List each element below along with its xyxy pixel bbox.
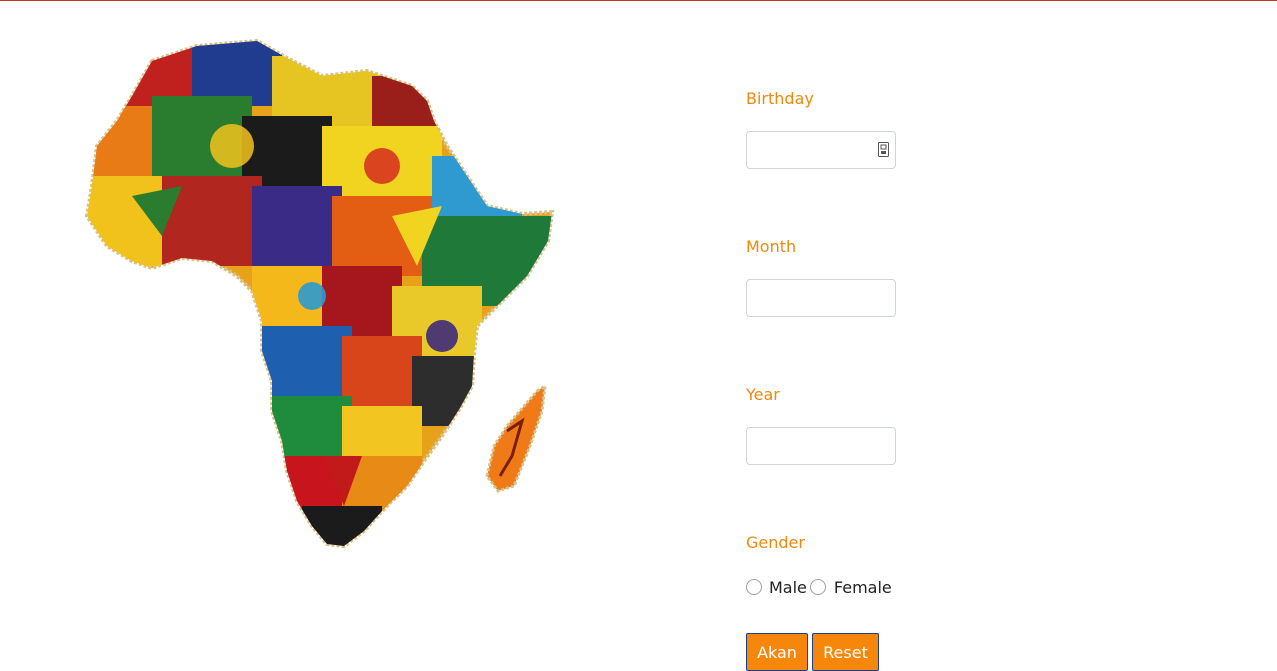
akan-form: Birthday Month Year Gender Male Female A… bbox=[746, 0, 1146, 671]
akan-submit-button[interactable]: Akan bbox=[746, 633, 808, 671]
male-radio[interactable] bbox=[746, 579, 762, 595]
birthday-field-wrapper bbox=[746, 131, 896, 169]
reset-button[interactable]: Reset bbox=[812, 633, 879, 671]
female-radio-label[interactable]: Female bbox=[834, 578, 892, 597]
month-input[interactable] bbox=[746, 279, 896, 317]
year-label: Year bbox=[746, 385, 780, 404]
gender-label: Gender bbox=[746, 533, 805, 552]
calendar-icon[interactable] bbox=[878, 142, 889, 157]
africa-map-image bbox=[82, 36, 558, 554]
month-label: Month bbox=[746, 237, 797, 256]
birthday-input[interactable] bbox=[746, 131, 896, 169]
gender-radio-group: Male Female bbox=[746, 577, 892, 597]
female-radio[interactable] bbox=[809, 579, 826, 595]
year-input[interactable] bbox=[746, 427, 896, 465]
male-radio-label[interactable]: Male bbox=[769, 578, 807, 597]
birthday-label: Birthday bbox=[746, 89, 814, 108]
